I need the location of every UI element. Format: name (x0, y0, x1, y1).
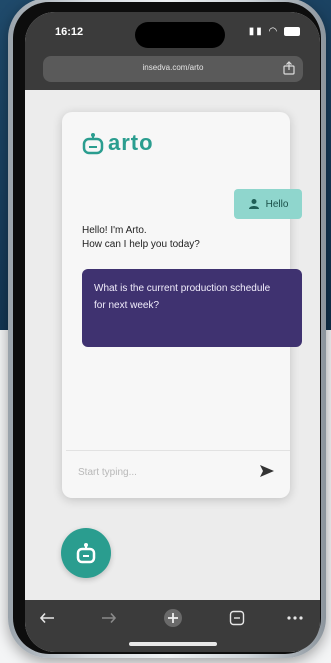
robot-icon (76, 543, 96, 564)
url-text: insedva.com/arto (142, 63, 204, 72)
send-button[interactable] (256, 461, 278, 481)
bot-greeting: Hello! I'm Arto. How can I help you toda… (82, 224, 262, 252)
user-message-text: Hello (265, 198, 289, 210)
status-bar: 16:12 ▮▮ ◠ (25, 12, 320, 56)
forward-button[interactable] (97, 608, 121, 628)
more-button[interactable] (283, 608, 307, 628)
bot-greeting-line1: Hello! I'm Arto. (82, 225, 147, 236)
question-text: What is the current production schedule … (94, 283, 271, 311)
browser-toolbar (25, 600, 320, 652)
more-icon (287, 616, 303, 620)
status-icons: ▮▮ ◠ (249, 26, 300, 37)
arrow-right-icon (102, 612, 117, 624)
signal-icon: ▮▮ (248, 26, 264, 37)
tabs-icon (229, 610, 245, 626)
chat-launcher-button[interactable] (61, 528, 111, 578)
tabs-button[interactable] (225, 608, 249, 628)
back-button[interactable] (35, 608, 59, 628)
dynamic-island (135, 22, 225, 48)
logo-text: arto (108, 130, 154, 155)
chat-window: arto Hello Hello! I'm Arto. How can I he… (62, 112, 302, 498)
person-icon (248, 199, 259, 209)
plus-icon (164, 609, 182, 627)
battery-icon (284, 26, 300, 36)
phone-screen: 16:12 ▮▮ ◠ insedva.com/arto arto Hello H… (25, 12, 320, 652)
home-indicator[interactable] (129, 642, 217, 646)
new-tab-button[interactable] (161, 608, 185, 628)
address-bar[interactable]: insedva.com/arto (43, 56, 303, 82)
user-message-bubble: Hello (234, 189, 302, 219)
arto-logo: arto (82, 130, 154, 156)
status-time: 16:12 (55, 26, 84, 38)
message-input[interactable] (76, 459, 250, 485)
suggested-question-bubble[interactable]: What is the current production schedule … (82, 269, 302, 347)
message-composer (66, 450, 290, 491)
arrow-left-icon (39, 612, 54, 624)
bot-greeting-line2: How can I help you today? (82, 239, 200, 250)
robot-icon (82, 133, 104, 155)
wifi-icon: ◠ (268, 26, 280, 37)
share-icon[interactable] (283, 61, 295, 75)
send-icon (260, 465, 274, 477)
